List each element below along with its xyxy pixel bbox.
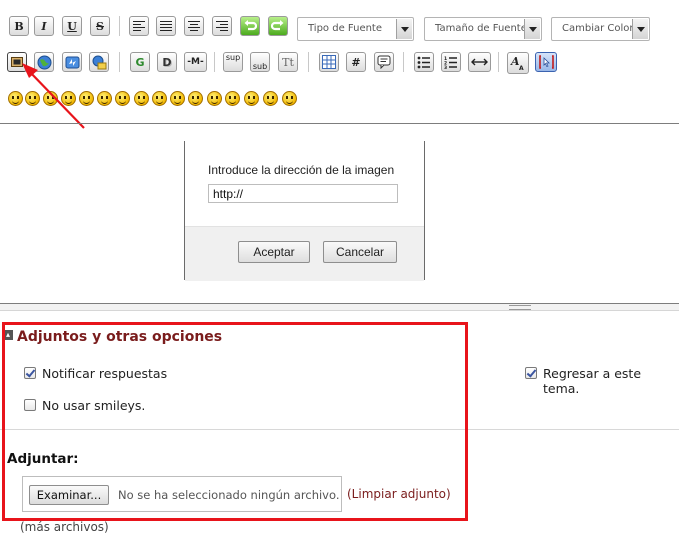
align-justify-button[interactable]	[156, 16, 176, 36]
shocked-smiley-icon[interactable]	[115, 91, 130, 106]
resize-handle[interactable]	[0, 304, 679, 311]
font-size-select[interactable]: Tamaño de Fuente	[424, 17, 542, 41]
font-face-icon: AA	[510, 55, 524, 71]
toolbar-separator	[498, 52, 499, 72]
glow-button[interactable]: G	[130, 52, 150, 72]
toolbar-separator	[214, 52, 215, 72]
undecided-smiley-icon[interactable]	[244, 91, 259, 106]
redo-button[interactable]	[268, 16, 288, 36]
align-justify-icon	[160, 20, 172, 32]
marquee-button[interactable]: -M-	[184, 52, 207, 72]
toolbar-separator	[308, 52, 309, 72]
bold-button[interactable]: B	[9, 16, 29, 36]
lipsrsealed-smiley-icon[interactable]	[225, 91, 240, 106]
table-icon	[322, 55, 336, 69]
quote-icon	[377, 55, 391, 69]
notify-replies-checkbox[interactable]	[24, 367, 36, 379]
options-title[interactable]: Adjuntos y otras opciones	[17, 329, 222, 345]
numbered-list-icon: 123	[444, 56, 457, 69]
accept-button[interactable]: Aceptar	[238, 241, 310, 263]
svg-text:A: A	[519, 65, 524, 71]
align-right-button[interactable]	[212, 16, 232, 36]
editor-top-border	[0, 123, 679, 124]
rolleyes-smiley-icon[interactable]	[170, 91, 185, 106]
font-family-value: Tipo de Fuente	[308, 23, 383, 34]
return-to-topic-checkbox[interactable]	[525, 367, 537, 379]
numbered-list-button[interactable]: 123	[441, 52, 461, 72]
align-center-icon	[188, 20, 200, 32]
font-size-value: Tamaño de Fuente	[435, 23, 527, 34]
font-family-select[interactable]: Tipo de Fuente	[297, 17, 414, 41]
image-url-input[interactable]: http://	[208, 184, 398, 203]
cry-smiley-icon[interactable]	[282, 91, 297, 106]
no-file-label: No se ha seleccionado ningún archivo.	[118, 488, 340, 502]
toolbar-separator	[119, 16, 120, 36]
superscript-button[interactable]: sup	[223, 52, 243, 72]
chevron-down-icon	[524, 19, 540, 39]
teletype-button[interactable]: Tt	[278, 52, 298, 72]
insert-quote-button[interactable]	[374, 52, 394, 72]
strikethrough-button[interactable]: S	[90, 16, 110, 36]
italic-button[interactable]: I	[34, 16, 54, 36]
image-url-value: http://	[213, 187, 244, 201]
chevron-down-icon	[632, 19, 648, 39]
align-left-icon	[133, 20, 145, 32]
clear-attachment-link[interactable]: (Limpiar adjunto)	[347, 487, 451, 501]
shadow-button[interactable]: D	[157, 52, 177, 72]
grip-icon	[509, 305, 531, 310]
redo-icon	[271, 20, 284, 31]
underline-button[interactable]: U	[62, 16, 82, 36]
chevron-down-icon	[396, 19, 412, 39]
cool-smiley-icon[interactable]	[134, 91, 149, 106]
file-input[interactable]: Examinar... No se ha seleccionado ningún…	[22, 476, 342, 512]
toggle-view-button[interactable]	[535, 52, 557, 72]
font-face-button[interactable]: AA	[507, 52, 529, 74]
horizontal-rule-button[interactable]	[468, 52, 491, 72]
huh-smiley-icon[interactable]	[152, 91, 167, 106]
insert-code-button[interactable]: #	[346, 52, 366, 72]
toolbar-separator	[119, 52, 120, 72]
tongue-smiley-icon[interactable]	[188, 91, 203, 106]
browse-button[interactable]: Examinar...	[29, 485, 109, 505]
embarrassed-smiley-icon[interactable]	[207, 91, 222, 106]
kiss-smiley-icon[interactable]	[263, 91, 278, 106]
insert-table-button[interactable]	[319, 52, 339, 72]
no-smileys-label: No usar smileys.	[42, 398, 146, 413]
undo-icon	[244, 20, 257, 31]
font-color-select[interactable]: Cambiar Color	[551, 17, 650, 41]
collapse-toggle-icon[interactable]: ▴	[3, 330, 13, 340]
undo-button[interactable]	[240, 16, 260, 36]
cancel-button[interactable]: Cancelar	[323, 241, 397, 263]
font-color-value: Cambiar Color	[562, 23, 634, 34]
subscript-button[interactable]: sub	[250, 52, 270, 72]
attach-heading: Adjuntar:	[7, 451, 79, 467]
align-left-button[interactable]	[129, 16, 149, 36]
sad-smiley-icon[interactable]	[97, 91, 112, 106]
more-files-link[interactable]: (más archivos)	[20, 520, 109, 534]
toolbar-separator	[403, 52, 404, 72]
align-center-button[interactable]	[184, 16, 204, 36]
notify-replies-label: Notificar respuestas	[42, 366, 168, 381]
return-to-topic-label: Regresar a este tema.	[543, 366, 642, 396]
no-smileys-checkbox[interactable]	[24, 399, 36, 411]
svg-text:3: 3	[444, 65, 447, 69]
horizontal-rule-icon	[471, 58, 488, 66]
bullet-list-icon	[417, 56, 430, 68]
bullet-list-button[interactable]	[414, 52, 434, 72]
section-divider	[0, 429, 679, 430]
toggle-view-icon	[538, 55, 554, 69]
dialog-prompt: Introduce la dirección de la imagen	[208, 163, 395, 177]
align-right-icon	[216, 20, 228, 32]
